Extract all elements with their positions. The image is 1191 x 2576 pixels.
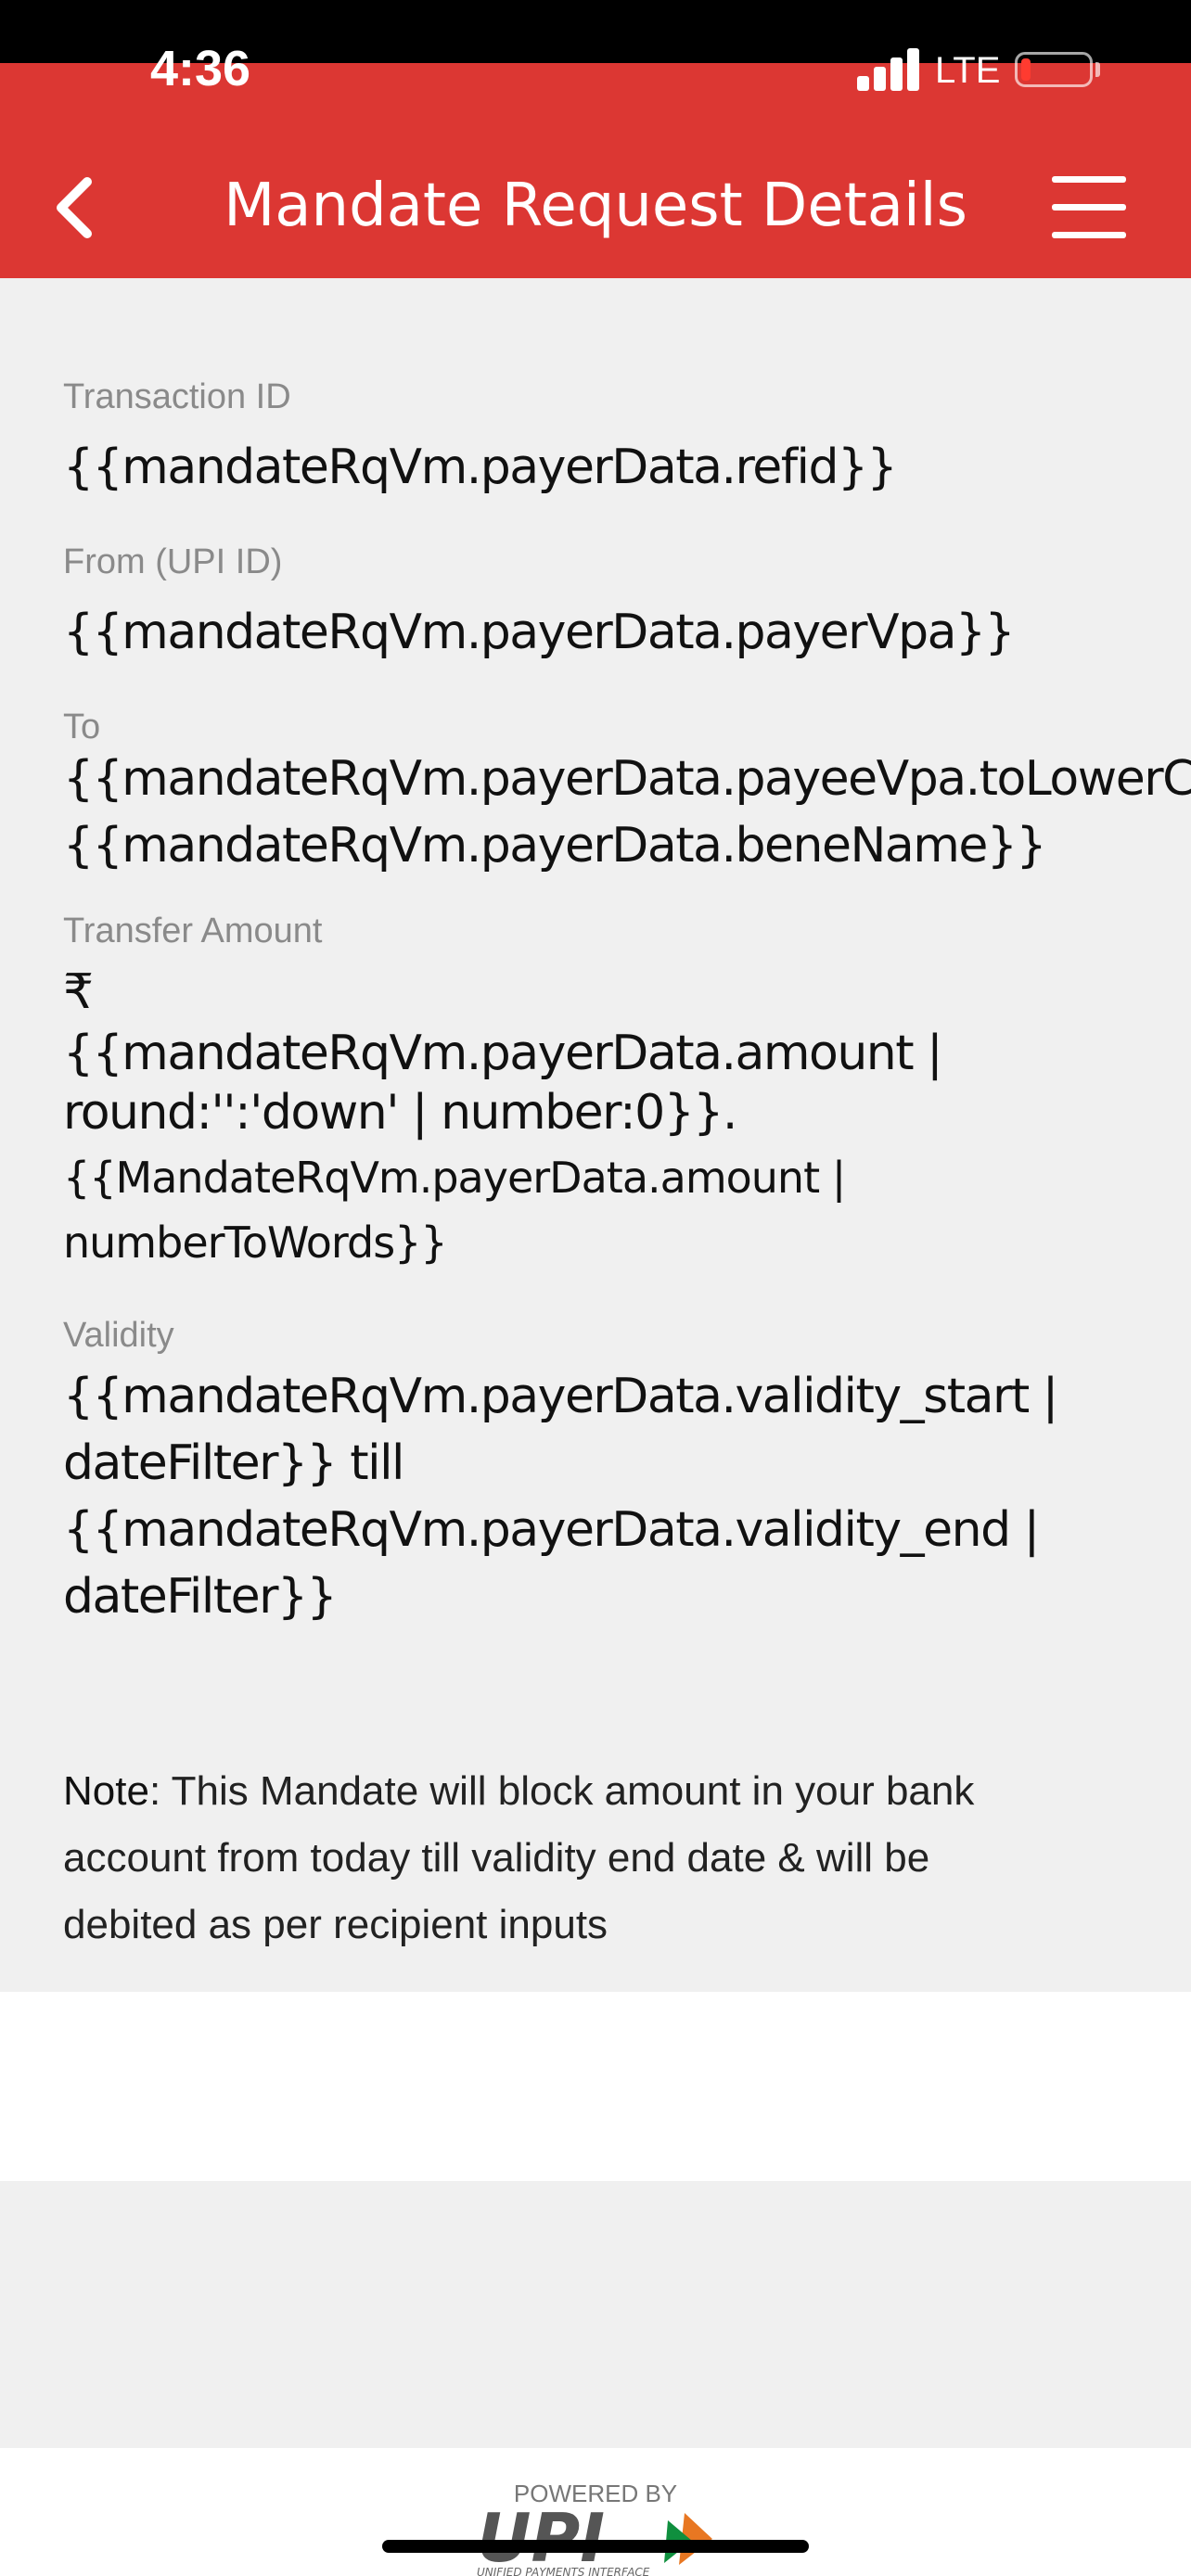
battery-cap	[1095, 62, 1100, 77]
transaction-id-value: {{mandateRqVm.payerData.refid}}	[63, 440, 898, 495]
validity-line3: {{mandateRqVm.payerData.validity_end |	[63, 1502, 1040, 1558]
footer: POWERED BY UPI UNIFIED PAYMENTS INTERFAC…	[0, 2448, 1191, 2576]
note-prefix: Note	[63, 1768, 149, 1814]
page-title: Mandate Request Details	[224, 172, 967, 240]
upi-tagline: UNIFIED PAYMENTS INTERFACE	[477, 2566, 650, 2576]
chevron-left-icon	[57, 177, 92, 238]
to-vpa-value: {{mandateRqVm.payerData.payeeVpa.toLower…	[63, 751, 1191, 807]
note-line1: : This Mandate will block amount in your…	[148, 1768, 975, 1814]
battery-icon	[1015, 52, 1093, 87]
to-label: To	[63, 708, 101, 746]
note-line2: account from today till validity end dat…	[63, 1835, 930, 1881]
network-label: LTE	[935, 50, 1001, 91]
validity-line2: dateFilter}} till	[63, 1435, 404, 1491]
amount-value-line1: {{mandateRqVm.payerData.amount |	[63, 1026, 943, 1081]
from-label: From (UPI ID)	[63, 542, 283, 581]
validity-label: Validity	[63, 1316, 174, 1355]
home-indicator[interactable]	[382, 2540, 809, 2553]
amount-value-line2: round:'':'down' | number:0}}.	[63, 1085, 737, 1141]
action-area	[0, 1992, 1191, 2181]
status-time: 4:36	[150, 41, 251, 96]
from-value: {{mandateRqVm.payerData.payerVpa}}	[63, 605, 1016, 660]
signal-icon	[857, 46, 920, 91]
to-name-value: {{mandateRqVm.payerData.beneName}}	[63, 818, 1047, 874]
screen: 4:36 LTE Mandate Request Details Transac…	[0, 0, 1191, 2576]
menu-button[interactable]	[1048, 172, 1128, 243]
hamburger-icon	[1052, 176, 1126, 183]
note-line3: debited as per recipient inputs	[63, 1902, 608, 1947]
amount-words-line2: numberToWords}}	[63, 1218, 448, 1268]
spacer-area	[0, 2181, 1191, 2448]
validity-line4: dateFilter}}	[63, 1569, 338, 1625]
transfer-amount-label: Transfer Amount	[63, 912, 323, 950]
mandate-note: Note: This Mandate will block amount in …	[63, 1758, 1139, 1958]
transaction-id-label: Transaction ID	[63, 377, 291, 416]
app-header: Mandate Request Details	[0, 137, 1191, 278]
mandate-details: Transaction ID {{mandateRqVm.payerData.r…	[0, 278, 1191, 1992]
currency-symbol: ₹	[63, 964, 94, 1020]
amount-words-line1: {{MandateRqVm.payerData.amount |	[63, 1153, 846, 1203]
back-button[interactable]	[45, 171, 119, 245]
validity-line1: {{mandateRqVm.payerData.validity_start |	[63, 1369, 1058, 1424]
